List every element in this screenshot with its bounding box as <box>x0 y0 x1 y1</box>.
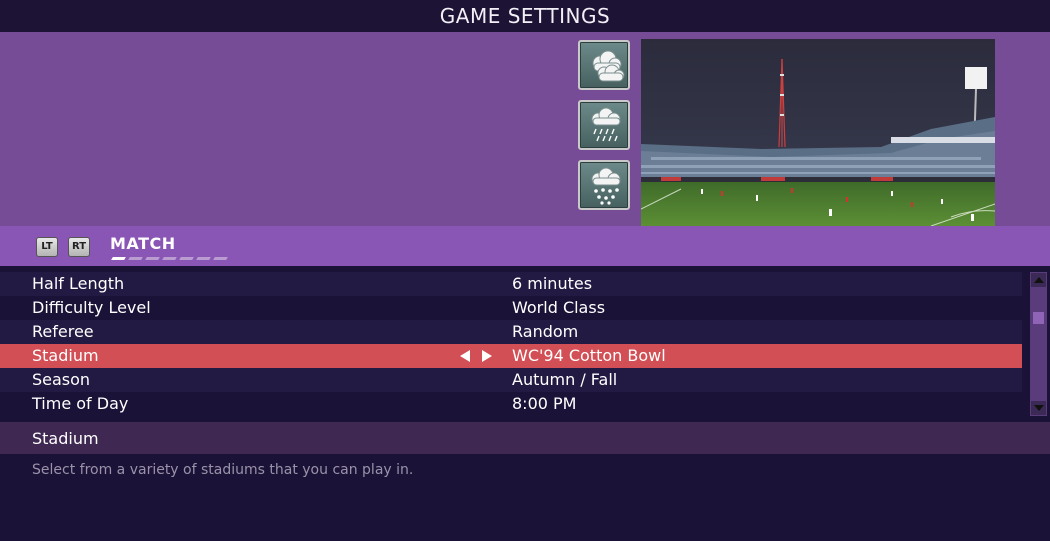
title-bar: GAME SETTINGS <box>0 0 1050 32</box>
setting-label: Half Length <box>32 274 125 293</box>
scroll-down-arrow-icon[interactable] <box>1031 401 1046 415</box>
value-cycle-arrows <box>460 348 496 364</box>
setting-row[interactable]: Referee Random <box>0 320 1022 344</box>
setting-value: WC'94 Cotton Bowl <box>512 346 666 365</box>
tab-page-dot <box>111 257 126 260</box>
setting-row[interactable]: Stadium WC'94 Cotton Bowl <box>0 344 1022 368</box>
setting-label: Stadium <box>32 346 99 365</box>
setting-value: Random <box>512 322 579 341</box>
description-text: Select from a variety of stadiums that y… <box>32 462 414 478</box>
tab-page-dot <box>196 257 211 260</box>
tab-bar: LT RT MATCH <box>0 226 1050 266</box>
setting-row[interactable]: Half Length 6 minutes <box>0 272 1022 296</box>
tab-page-dot <box>162 257 177 260</box>
setting-value: World Class <box>512 298 606 317</box>
setting-label: Season <box>32 370 91 389</box>
weather-option-cloudy[interactable] <box>578 40 630 90</box>
arrow-left-icon[interactable] <box>460 350 470 362</box>
setting-value: 6 minutes <box>512 274 593 293</box>
rain-icon <box>591 107 621 142</box>
tab-page-dot <box>145 257 160 260</box>
snow-icon <box>591 167 621 205</box>
setting-row[interactable]: Season Autumn / Fall <box>0 368 1022 392</box>
setting-value: Autumn / Fall <box>512 370 618 389</box>
tab-match[interactable]: MATCH <box>110 234 176 253</box>
arrow-right-icon[interactable] <box>482 350 492 362</box>
scroll-thumb[interactable] <box>1033 312 1044 324</box>
setting-label: Referee <box>32 322 94 341</box>
page-title: GAME SETTINGS <box>439 4 611 28</box>
setting-value: 8:00 PM <box>512 394 577 413</box>
description-title: Stadium <box>32 429 99 448</box>
settings-list: Half Length 6 minutes Difficulty Level Worl… <box>0 272 1022 416</box>
lt-trigger-button[interactable]: LT <box>36 237 58 257</box>
cloudy-icon <box>592 50 625 82</box>
rt-trigger-button[interactable]: RT <box>68 237 90 257</box>
tab-page-dot <box>179 257 194 260</box>
setting-row[interactable]: Time of Day 8:00 PM <box>0 392 1022 416</box>
scroll-up-arrow-icon[interactable] <box>1031 273 1046 287</box>
tab-page-dot <box>213 257 228 260</box>
tab-page-dot <box>128 257 143 260</box>
stadium-preview-image <box>641 39 995 226</box>
setting-label: Difficulty Level <box>32 298 151 317</box>
setting-label: Time of Day <box>32 394 129 413</box>
setting-row[interactable]: Difficulty Level World Class <box>0 296 1022 320</box>
weather-option-snow[interactable] <box>578 160 630 210</box>
settings-scrollbar[interactable] <box>1030 272 1047 416</box>
weather-option-rain[interactable] <box>578 100 630 150</box>
description-header: Stadium <box>0 422 1050 454</box>
